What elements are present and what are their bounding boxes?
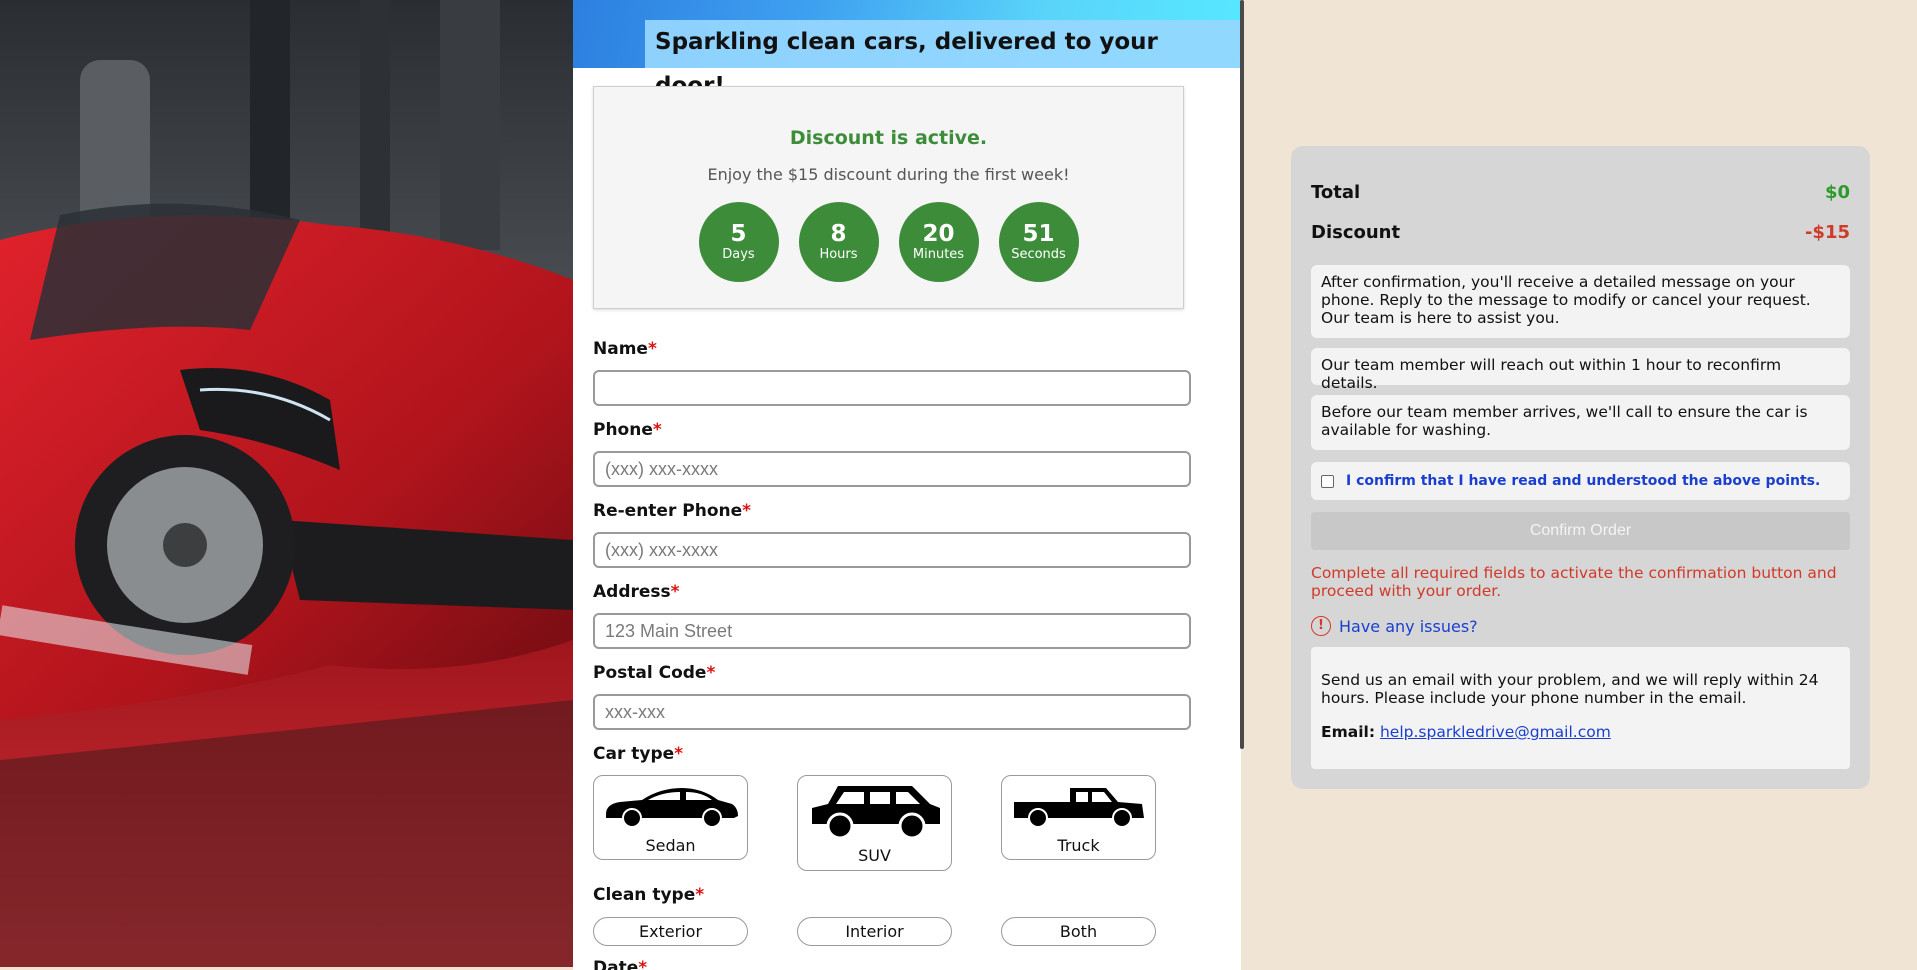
clean-option-exterior[interactable]: Exterior	[593, 917, 748, 946]
phone-confirm-label: Re-enter Phone*	[593, 501, 751, 521]
countdown-unit: Seconds	[1011, 247, 1066, 262]
countdown-hours: 8 Hours	[798, 202, 879, 282]
countdown-timer: 5 Days 8 Hours 20 Minutes 51 Seconds	[594, 202, 1183, 282]
issues-link[interactable]: Have any issues?	[1339, 617, 1478, 636]
info-note-confirmation: After confirmation, you'll receive a det…	[1311, 265, 1850, 338]
countdown-seconds: 51 Seconds	[998, 202, 1079, 282]
info-note-reconfirm: Our team member will reach out within 1 …	[1311, 348, 1850, 392]
countdown-value: 8	[830, 221, 847, 247]
name-label-text: Name	[593, 339, 648, 359]
alert-circle-icon: !	[1311, 616, 1331, 636]
total-row: Total $0	[1311, 182, 1850, 203]
required-mark: *	[647, 339, 657, 359]
car-option-sedan[interactable]: Sedan	[593, 775, 748, 860]
address-label: Address*	[593, 582, 680, 602]
postal-code-label-text: Postal Code	[593, 663, 707, 683]
phone-label-text: Phone	[593, 420, 653, 440]
postal-code-label: Postal Code*	[593, 663, 715, 683]
sedan-icon	[606, 788, 738, 828]
address-label-text: Address	[593, 582, 671, 602]
required-mark: *	[638, 958, 648, 970]
name-input[interactable]	[593, 370, 1191, 406]
order-summary-panel: Total $0 Discount -$15 After confirmatio…	[1291, 146, 1870, 789]
required-mark: *	[670, 582, 680, 602]
countdown-value: 20	[922, 221, 955, 247]
confirm-checkbox-row[interactable]: I confirm that I have read and understoo…	[1311, 462, 1850, 500]
hero-car-photo	[0, 0, 573, 967]
discount-panel: Discount is active. Enjoy the $15 discou…	[593, 86, 1184, 309]
date-label: Date*	[593, 958, 647, 970]
order-form: Sparkling clean cars, delivered to your …	[573, 0, 1241, 970]
required-mark: *	[706, 663, 716, 683]
countdown-unit: Days	[722, 247, 755, 262]
form-scrollbar[interactable]	[1240, 0, 1244, 749]
truck-icon	[1014, 788, 1144, 828]
total-value: $0	[1824, 182, 1850, 203]
discount-status: Discount is active.	[789, 127, 988, 149]
clean-option-interior[interactable]: Interior	[797, 917, 952, 946]
countdown-unit: Hours	[819, 247, 858, 262]
countdown-unit: Minutes	[912, 247, 965, 262]
confirm-checkbox-label[interactable]: I confirm that I have read and understoo…	[1346, 473, 1820, 489]
countdown-value: 51	[1022, 221, 1055, 247]
required-mark: *	[742, 501, 752, 521]
discount-description: Enjoy the $15 discount during the first …	[707, 165, 1070, 184]
car-option-label: SUV	[858, 846, 891, 865]
postal-code-input[interactable]	[593, 694, 1191, 730]
phone-label: Phone*	[593, 420, 662, 440]
info-note-availability: Before our team member arrives, we'll ca…	[1311, 395, 1850, 450]
clean-type-label-text: Clean type	[593, 885, 696, 905]
suv-icon	[812, 786, 940, 840]
discount-label: Discount	[1311, 222, 1401, 243]
page-title: Sparkling clean cars, delivered to your …	[645, 20, 1241, 99]
required-mark: *	[674, 744, 684, 764]
issues-link-row[interactable]: ! Have any issues?	[1311, 616, 1478, 636]
address-input[interactable]	[593, 613, 1191, 649]
help-email-row: Email: help.sparkledrive@gmail.com	[1321, 723, 1840, 741]
car-option-suv[interactable]: SUV	[797, 775, 952, 871]
required-mark: *	[652, 420, 662, 440]
email-label: Email:	[1321, 723, 1376, 741]
total-label: Total	[1311, 182, 1361, 203]
phone-confirm-label-text: Re-enter Phone	[593, 501, 743, 521]
countdown-days: 5 Days	[698, 202, 779, 282]
clean-option-both[interactable]: Both	[1001, 917, 1156, 946]
discount-value: -$15	[1804, 222, 1850, 243]
header-banner: Sparkling clean cars, delivered to your …	[573, 0, 1241, 99]
car-option-label: Sedan	[645, 836, 696, 855]
date-label-text: Date	[593, 958, 639, 970]
required-fields-warning: Complete all required fields to activate…	[1311, 564, 1837, 600]
car-type-label: Car type*	[593, 744, 683, 764]
countdown-minutes: 20 Minutes	[898, 202, 979, 282]
car-option-truck[interactable]: Truck	[1001, 775, 1156, 860]
required-mark: *	[695, 885, 705, 905]
help-panel: Send us an email with your problem, and …	[1311, 647, 1850, 769]
discount-row: Discount -$15	[1311, 222, 1850, 243]
car-option-label: Truck	[1057, 836, 1100, 855]
phone-input[interactable]	[593, 451, 1191, 487]
confirm-order-button[interactable]: Confirm Order	[1311, 512, 1850, 550]
confirm-checkbox[interactable]	[1321, 474, 1334, 488]
countdown-value: 5	[730, 221, 747, 247]
help-text: Send us an email with your problem, and …	[1321, 671, 1819, 707]
car-type-label-text: Car type	[593, 744, 675, 764]
support-email-link[interactable]: help.sparkledrive@gmail.com	[1380, 723, 1611, 741]
name-label: Name*	[593, 339, 657, 359]
clean-type-label: Clean type*	[593, 885, 704, 905]
phone-confirm-input[interactable]	[593, 532, 1191, 568]
